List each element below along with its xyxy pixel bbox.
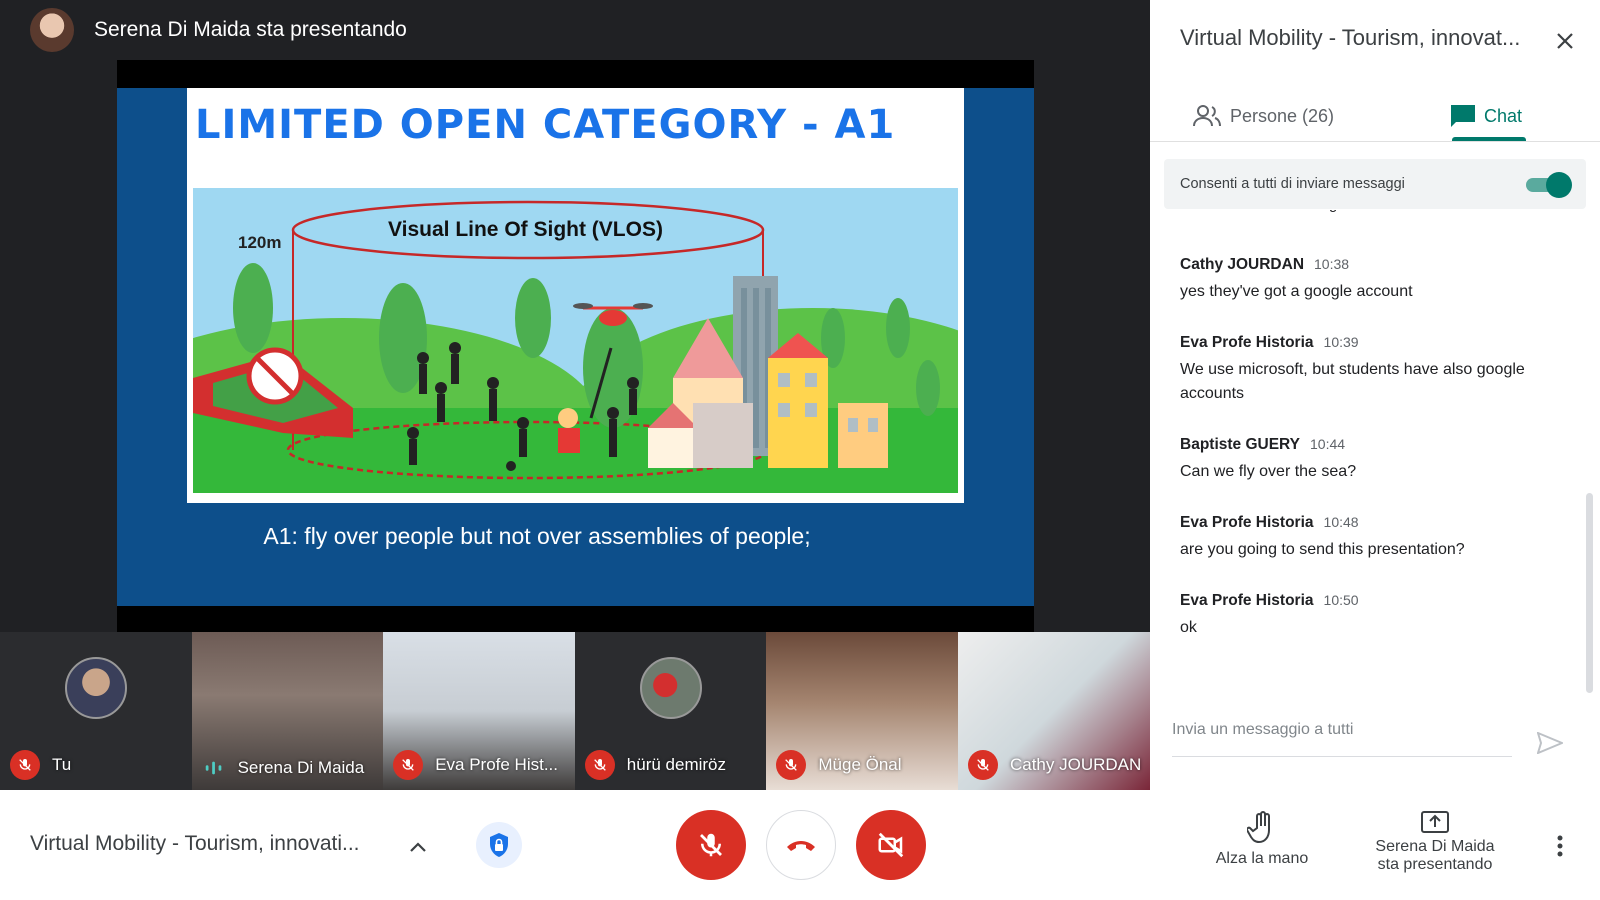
- participant-tile[interactable]: Eva Profe Hist...: [383, 632, 575, 790]
- panel-title: Virtual Mobility - Tourism, innovat...: [1180, 25, 1521, 50]
- message-time: 10:48: [1323, 514, 1359, 530]
- close-icon: [1557, 33, 1573, 49]
- allow-messages-setting: Consenti a tutti di inviare messaggi: [1164, 159, 1586, 209]
- host-controls-button[interactable]: [476, 822, 522, 868]
- tab-chat[interactable]: Chat: [1450, 90, 1522, 142]
- main-stage: Serena Di Maida sta presentando LIMITED …: [0, 0, 1150, 790]
- participant-name: Eva Profe Hist...: [435, 755, 559, 774]
- chat-icon: [1451, 105, 1475, 127]
- chat-input-wrapper: [1172, 710, 1512, 757]
- participant-strip: Tu Serena Di Maida Eva Profe Hist... hür…: [0, 632, 1150, 790]
- participant-tile[interactable]: Cathy JOURDAN: [957, 632, 1150, 790]
- mic-off-icon: [10, 750, 40, 780]
- more-vert-icon: [1557, 835, 1563, 857]
- message-sender: Eva Profe Historia: [1180, 334, 1314, 351]
- slide-content: LIMITED OPEN CATEGORY - A1 120m Visual L…: [187, 88, 964, 503]
- message-text: are you going to send this presentation?: [1180, 541, 1465, 558]
- people-icon: [1193, 105, 1221, 127]
- allow-messages-toggle[interactable]: [1526, 171, 1572, 198]
- mic-off-icon: [967, 750, 998, 780]
- slide-caption: A1: fly over people but not over assembl…: [263, 523, 811, 549]
- chat-message: Eva Profe Historia 10:48 are you going t…: [1180, 514, 1560, 562]
- message-text: We use microsoft, but students have also…: [1180, 361, 1525, 402]
- close-panel-button[interactable]: [1550, 26, 1580, 56]
- presenting-label-line1: Serena Di Maida: [1375, 838, 1495, 855]
- meeting-title[interactable]: Virtual Mobility - Tourism, innovati...: [30, 832, 360, 856]
- message-time: 10:38: [1314, 256, 1350, 272]
- participant-tile[interactable]: Serena Di Maida: [191, 632, 384, 790]
- send-button[interactable]: [1535, 728, 1565, 758]
- presenter-label: Serena Di Maida sta presentando: [94, 18, 407, 41]
- message-sender: Eva Profe Historia: [1180, 592, 1314, 609]
- message-sender: Baptiste GUERY: [1180, 436, 1301, 453]
- tab-people[interactable]: Persone (26): [1192, 90, 1334, 142]
- partial-message: We can see. Interesting: [1180, 210, 1560, 218]
- message-text: Can we fly over the sea?: [1180, 463, 1357, 480]
- mic-off-icon: [584, 750, 615, 780]
- chat-message: Eva Profe Historia 10:50 ok: [1180, 592, 1560, 640]
- shield-lock-icon: [490, 833, 508, 857]
- meeting-details-button[interactable]: [403, 832, 433, 862]
- chat-scrollbar[interactable]: [1586, 493, 1593, 693]
- more-options-button[interactable]: [1548, 828, 1572, 864]
- chat-message: Cathy JOURDAN 10:38 yes they've got a go…: [1180, 256, 1560, 304]
- participant-name: Cathy JOURDAN: [1009, 755, 1142, 774]
- mic-off-icon: [700, 833, 722, 857]
- hang-up-icon: [787, 841, 815, 851]
- microphone-toggle-button[interactable]: [676, 810, 746, 880]
- participant-tile[interactable]: hürü demiröz: [574, 632, 767, 790]
- message-sender: Cathy JOURDAN: [1180, 256, 1305, 273]
- camera-toggle-button[interactable]: [856, 810, 926, 880]
- slide-illustration: 120m Visual Line Of Sight (VLOS): [193, 188, 958, 493]
- presenting-label-line2: sta presentando: [1377, 856, 1493, 873]
- present-now-button[interactable]: Serena Di Maida sta presentando: [1360, 810, 1510, 874]
- bottom-toolbar: Virtual Mobility - Tourism, innovati... …: [0, 790, 1600, 900]
- participant-name: hürü demiröz: [626, 755, 726, 774]
- message-sender: Eva Profe Historia: [1180, 514, 1314, 531]
- hand-icon: [1247, 811, 1270, 844]
- height-label: 120m: [238, 233, 281, 252]
- message-time: 10:50: [1323, 592, 1359, 608]
- chevron-up-icon: [410, 842, 426, 852]
- slide-title: LIMITED OPEN CATEGORY - A1: [195, 102, 896, 148]
- leave-call-button[interactable]: [766, 810, 836, 880]
- chat-message: Baptiste GUERY 10:44 Can we fly over the…: [1180, 436, 1560, 484]
- chat-input[interactable]: [1172, 710, 1502, 750]
- chat-message-list: We can see. Interesting Cathy JOURDAN 10…: [1180, 210, 1560, 700]
- slide: LIMITED OPEN CATEGORY - A1 120m Visual L…: [117, 88, 1034, 606]
- vlos-label: Visual Line Of Sight (VLOS): [388, 218, 663, 241]
- presenter-bar: Serena Di Maida sta presentando: [0, 0, 1150, 60]
- message-text: yes they've got a google account: [1180, 283, 1413, 300]
- raise-hand-label: Alza la mano: [1215, 850, 1309, 867]
- participant-name: Müge Önal: [818, 755, 902, 774]
- message-text: ok: [1180, 619, 1197, 636]
- raise-hand-button[interactable]: Alza la mano: [1192, 810, 1332, 868]
- tab-chat-label: Chat: [1484, 105, 1523, 126]
- tab-people-label: Persone (26): [1230, 105, 1335, 126]
- divider: [1150, 141, 1600, 142]
- participant-tile[interactable]: Müge Önal: [766, 632, 958, 790]
- mic-off-icon: [776, 750, 807, 780]
- avatar: [64, 657, 127, 719]
- participant-name: Tu: [52, 755, 72, 774]
- mic-off-icon: [393, 750, 424, 780]
- avatar: [639, 657, 702, 719]
- participant-name: Serena Di Maida: [237, 758, 365, 777]
- message-time: 10:44: [1310, 436, 1346, 452]
- send-icon: [1537, 732, 1563, 754]
- allow-messages-label: Consenti a tutti di inviare messaggi: [1180, 176, 1405, 192]
- presentation-stage: LIMITED OPEN CATEGORY - A1 120m Visual L…: [117, 60, 1034, 632]
- camera-off-icon: [878, 832, 904, 858]
- message-time: 10:39: [1323, 334, 1359, 350]
- present-icon: [1421, 811, 1449, 833]
- participant-tile[interactable]: Tu: [0, 632, 192, 790]
- presenter-avatar: [30, 8, 74, 52]
- side-panel: Virtual Mobility - Tourism, innovat... P…: [1150, 0, 1600, 790]
- speaking-icon: [202, 756, 226, 780]
- chat-message: Eva Profe Historia 10:39 We use microsof…: [1180, 334, 1560, 406]
